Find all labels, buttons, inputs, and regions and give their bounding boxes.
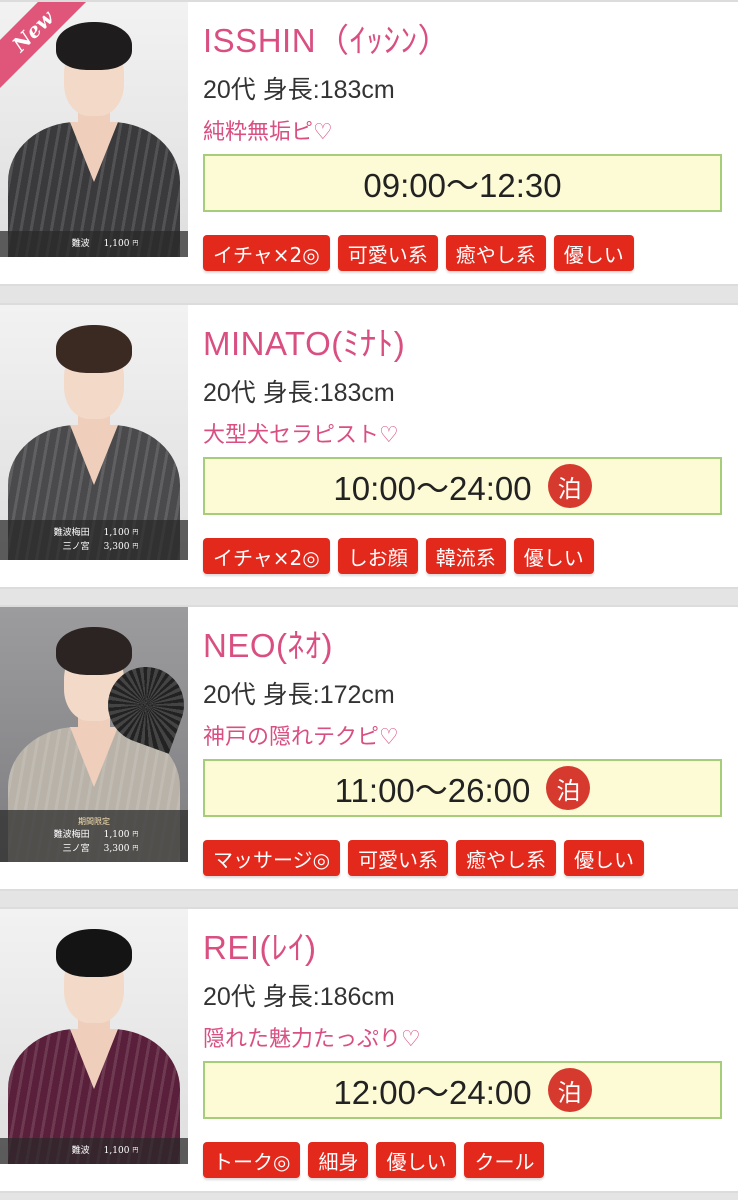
therapist-photo[interactable]: 難波梅田 1,100 円 三ノ宮 3,300 円 bbox=[0, 305, 188, 560]
price-amount: 3,300 bbox=[103, 844, 130, 854]
price-amount: 1,100 bbox=[103, 830, 130, 840]
price-area: 難波 bbox=[71, 1146, 90, 1156]
therapist-card[interactable]: 難波梅田 1,100 円 三ノ宮 3,300 円 MINATO(ﾐﾅﾄ) 20代 身… bbox=[0, 303, 738, 589]
photo-shape bbox=[56, 929, 132, 977]
tag-badge: イチャ×2◎ bbox=[203, 538, 330, 574]
photo-shape bbox=[56, 22, 132, 70]
tag-badge: しお顔 bbox=[337, 538, 418, 574]
age-height: 20代 身長:183cm bbox=[203, 379, 395, 407]
tag-badge: クール bbox=[464, 1142, 545, 1178]
therapist-card[interactable]: 難波 1,100 円 New ISSHIN（ｲｯｼﾝ） 20代 身長:183cm 純粋無… bbox=[0, 0, 738, 286]
price-band: 難波梅田 1,100 円 三ノ宮 3,300 円 bbox=[0, 520, 188, 560]
age-height: 20代 身長:186cm bbox=[203, 983, 395, 1011]
therapist-name[interactable]: MINATO(ﾐﾅﾄ) bbox=[203, 317, 405, 365]
therapist-name[interactable]: NEO(ﾈｵ) bbox=[203, 619, 333, 667]
price-row: 難波 1,100 円 bbox=[0, 237, 188, 251]
tag-badge: 韓流系 bbox=[425, 538, 506, 574]
therapist-photo[interactable]: 難波 1,100 円 New bbox=[0, 2, 188, 257]
tag-list: イチャ×2◎ しお顔 韓流系 優しい bbox=[203, 538, 594, 574]
price-area: 三ノ宮 bbox=[62, 844, 90, 854]
working-hours: 12:00〜24:00 bbox=[333, 1074, 532, 1111]
price-amount: 1,100 bbox=[103, 239, 130, 249]
price-area: 難波 bbox=[71, 239, 90, 249]
working-hours: 10:00〜24:00 bbox=[333, 470, 532, 507]
price-value: 3,300 円 bbox=[104, 842, 139, 856]
price-amount: 1,100 bbox=[103, 528, 130, 538]
tag-badge: 優しい bbox=[564, 840, 645, 876]
price-value: 1,100 円 bbox=[104, 237, 139, 251]
price-value: 1,100 円 bbox=[104, 828, 139, 842]
price-amount: 3,300 bbox=[103, 542, 130, 552]
tag-badge: 優しい bbox=[376, 1142, 457, 1178]
photo-shape bbox=[56, 627, 132, 675]
age-height: 20代 身長:172cm bbox=[203, 681, 395, 709]
price-row: 難波梅田 1,100 円 bbox=[0, 526, 188, 540]
tag-badge: 細身 bbox=[308, 1142, 369, 1178]
tag-badge: 可愛い系 bbox=[348, 840, 449, 876]
tag-badge: 癒やし系 bbox=[456, 840, 557, 876]
therapist-photo[interactable]: 難波 1,100 円 bbox=[0, 909, 188, 1164]
price-unit: 円 bbox=[132, 543, 139, 550]
therapist-photo[interactable]: 期間限定 難波梅田 1,100 円 三ノ宮 3,300 円 bbox=[0, 607, 188, 862]
price-band: 期間限定 難波梅田 1,100 円 三ノ宮 3,300 円 bbox=[0, 810, 188, 862]
overnight-badge: 泊 bbox=[546, 766, 591, 810]
overnight-badge: 泊 bbox=[547, 464, 592, 508]
tag-list: マッサージ◎ 可愛い系 癒やし系 優しい bbox=[203, 840, 645, 876]
catchphrase: 神戸の隠れテクピ♡ bbox=[203, 725, 399, 750]
price-row: 難波 1,100 円 bbox=[0, 1144, 188, 1158]
price-unit: 円 bbox=[132, 1147, 139, 1154]
working-hours-box: 10:00〜24:00 泊 bbox=[203, 457, 722, 515]
price-unit: 円 bbox=[132, 240, 139, 247]
therapist-name[interactable]: ISSHIN（ｲｯｼﾝ） bbox=[203, 14, 451, 62]
age-height: 20代 身長:183cm bbox=[203, 76, 395, 104]
tag-badge: 優しい bbox=[553, 235, 634, 271]
tag-badge: イチャ×2◎ bbox=[203, 235, 330, 271]
overnight-badge: 泊 bbox=[547, 1068, 592, 1112]
limited-label: 期間限定 bbox=[78, 817, 110, 826]
price-row: 難波梅田 1,100 円 bbox=[0, 828, 188, 842]
price-unit: 円 bbox=[132, 529, 139, 536]
tag-list: イチャ×2◎ 可愛い系 癒やし系 優しい bbox=[203, 235, 634, 271]
price-value: 1,100 円 bbox=[104, 1144, 139, 1158]
photo-shape bbox=[56, 325, 132, 373]
tag-badge: 可愛い系 bbox=[337, 235, 438, 271]
working-hours-box: 12:00〜24:00 泊 bbox=[203, 1061, 722, 1119]
tag-badge: 優しい bbox=[513, 538, 594, 574]
price-area: 三ノ宮 bbox=[62, 542, 90, 552]
price-unit: 円 bbox=[132, 831, 139, 838]
tag-badge: マッサージ◎ bbox=[203, 840, 341, 876]
working-hours-box: 09:00〜12:30 bbox=[203, 154, 722, 212]
price-amount: 1,100 bbox=[103, 1146, 130, 1156]
price-row: 三ノ宮 3,300 円 bbox=[0, 842, 188, 856]
price-value: 3,300 円 bbox=[104, 540, 139, 554]
tag-badge: トーク◎ bbox=[203, 1142, 301, 1178]
catchphrase: 純粋無垢ピ♡ bbox=[203, 120, 333, 145]
price-value: 1,100 円 bbox=[104, 526, 139, 540]
therapist-card[interactable]: 難波 1,100 円 REI(ﾚｲ) 20代 身長:186cm 隠れた魅力たっぷり♡ 1… bbox=[0, 907, 738, 1193]
catchphrase: 大型犬セラピスト♡ bbox=[203, 423, 399, 448]
price-row: 三ノ宮 3,300 円 bbox=[0, 540, 188, 554]
catchphrase: 隠れた魅力たっぷり♡ bbox=[203, 1027, 421, 1052]
working-hours: 11:00〜26:00 bbox=[334, 772, 531, 809]
working-hours-box: 11:00〜26:00 泊 bbox=[203, 759, 722, 817]
price-area: 難波梅田 bbox=[53, 528, 90, 538]
price-band: 難波 1,100 円 bbox=[0, 231, 188, 257]
price-unit: 円 bbox=[132, 845, 139, 852]
therapist-name[interactable]: REI(ﾚｲ) bbox=[203, 921, 317, 969]
price-area: 難波梅田 bbox=[53, 830, 90, 840]
tag-badge: 癒やし系 bbox=[445, 235, 546, 271]
price-band: 難波 1,100 円 bbox=[0, 1138, 188, 1164]
tag-list: トーク◎ 細身 優しい クール bbox=[203, 1142, 545, 1178]
working-hours: 09:00〜12:30 bbox=[363, 167, 562, 204]
therapist-card[interactable]: 期間限定 難波梅田 1,100 円 三ノ宮 3,300 円 NEO(ﾈｵ) 20代 … bbox=[0, 605, 738, 891]
